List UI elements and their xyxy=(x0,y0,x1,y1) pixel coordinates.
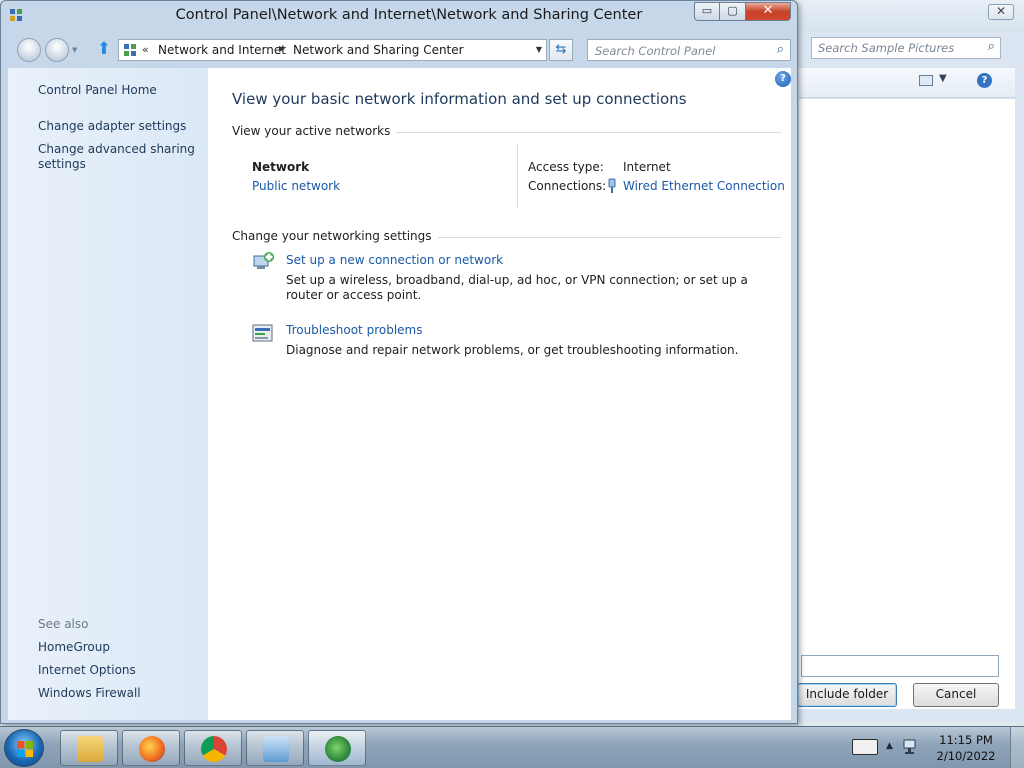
troubleshoot-icon xyxy=(252,324,273,342)
taskbar: ▲ 11:15 PM 2/10/2022 xyxy=(0,726,1024,768)
sidebar-item-change-advanced-sharing[interactable]: Change advanced sharing settings xyxy=(38,142,198,172)
sidebar-item-control-panel-home[interactable]: Control Panel Home xyxy=(38,83,157,97)
troubleshoot-description: Diagnose and repair network problems, or… xyxy=(286,343,739,357)
firefox-icon xyxy=(139,736,165,762)
main-content: ? View your basic network information an… xyxy=(208,68,791,720)
caption-buttons: ▭ ▢ ✕ xyxy=(694,2,791,21)
troubleshoot-problems-link[interactable]: Troubleshoot problems xyxy=(286,323,422,337)
network-sharing-icon xyxy=(325,736,351,762)
search-placeholder: Search Control Panel xyxy=(595,44,716,58)
connections-label: Connections: xyxy=(528,179,607,193)
show-hidden-icons-icon[interactable]: ▲ xyxy=(886,741,893,751)
refresh-button[interactable]: ⇆ xyxy=(549,39,573,61)
background-search-input[interactable]: Search Sample Pictures ⌕ xyxy=(811,37,1001,59)
network-name: Network xyxy=(252,160,310,174)
system-tray: ▲ 11:15 PM 2/10/2022 xyxy=(844,727,1024,768)
access-type-value: Internet xyxy=(623,160,671,174)
breadcrumb-overflow-icon[interactable]: « xyxy=(142,43,149,56)
background-toolbar: ▼ ? xyxy=(799,68,1015,98)
clock-date[interactable]: 2/10/2022 xyxy=(934,749,998,763)
ethernet-icon xyxy=(608,178,616,193)
background-content-area xyxy=(799,99,1015,709)
see-also-label: See also xyxy=(38,617,89,631)
up-arrow-icon[interactable]: ⬆ xyxy=(94,40,114,60)
windows-logo-icon xyxy=(17,741,33,757)
taskbar-firefox[interactable] xyxy=(122,730,180,766)
setup-connection-link[interactable]: Set up a new connection or network xyxy=(286,253,503,267)
page-title: View your basic network information and … xyxy=(232,90,687,108)
explorer-icon xyxy=(77,736,103,762)
taskbar-explorer[interactable] xyxy=(60,730,118,766)
setup-connection-description: Set up a wireless, broadband, dial-up, a… xyxy=(286,273,748,302)
keyboard-icon[interactable] xyxy=(852,739,878,755)
minimize-button[interactable]: ▭ xyxy=(694,2,720,21)
search-input[interactable]: Search Control Panel ⌕ xyxy=(587,39,791,61)
wired-ethernet-connection-link[interactable]: Wired Ethernet Connection xyxy=(623,179,785,193)
clock-time[interactable]: 11:15 PM xyxy=(934,733,998,747)
forward-button[interactable] xyxy=(45,38,69,62)
recent-pages-icon[interactable]: ▼ xyxy=(72,46,77,54)
control-panel-icon xyxy=(263,736,289,762)
breadcrumb-separator-icon[interactable]: ▶ xyxy=(279,44,285,53)
access-type-label: Access type: xyxy=(528,160,604,174)
sidebar-item-change-adapter-settings[interactable]: Change adapter settings xyxy=(38,119,186,133)
folder-name-field[interactable] xyxy=(801,655,999,677)
taskbar-network-sharing[interactable] xyxy=(308,730,366,766)
address-bar[interactable]: « Network and Internet ▶ Network and Sha… xyxy=(118,39,547,61)
maximize-button[interactable]: ▢ xyxy=(720,2,746,21)
active-networks-label: View your active networks xyxy=(232,124,397,138)
start-button[interactable] xyxy=(4,729,44,767)
taskbar-control-panel[interactable] xyxy=(246,730,304,766)
chevron-down-icon[interactable]: ▼ xyxy=(939,73,947,84)
search-icon[interactable]: ⌕ xyxy=(777,42,784,57)
titlebar[interactable]: Control Panel\Network and Internet\Netwo… xyxy=(1,1,797,33)
network-setup-icon xyxy=(253,252,274,269)
navigation-bar: ▼ ⬆ « Network and Internet ▶ Network and… xyxy=(1,33,797,67)
sidebar-item-windows-firewall[interactable]: Windows Firewall xyxy=(38,686,141,700)
sidebar-item-homegroup[interactable]: HomeGroup xyxy=(38,640,110,654)
chrome-icon xyxy=(201,736,227,762)
change-view-icon[interactable] xyxy=(919,75,933,86)
network-sharing-center-window: Control Panel\Network and Internet\Netwo… xyxy=(0,0,798,724)
window-title: Control Panel\Network and Internet\Netwo… xyxy=(175,7,643,23)
help-icon[interactable]: ? xyxy=(775,71,791,87)
close-button[interactable]: ✕ xyxy=(746,2,791,21)
breadcrumb-network-and-internet[interactable]: Network and Internet xyxy=(158,43,286,57)
background-close-button[interactable]: ✕ xyxy=(988,4,1014,20)
search-icon: ⌕ xyxy=(987,39,995,54)
network-tray-icon[interactable] xyxy=(902,738,920,756)
include-folder-button[interactable]: Include folder xyxy=(797,683,897,707)
address-dropdown-icon[interactable]: ▼ xyxy=(536,45,542,54)
show-desktop-button[interactable] xyxy=(1010,727,1024,768)
sidebar: Control Panel Home Change adapter settin… xyxy=(8,68,208,720)
cancel-button[interactable]: Cancel xyxy=(913,683,999,707)
back-button[interactable] xyxy=(17,38,41,62)
change-settings-label: Change your networking settings xyxy=(232,229,438,243)
background-search-placeholder: Search Sample Pictures xyxy=(818,41,955,55)
taskbar-chrome[interactable] xyxy=(184,730,242,766)
network-type-link[interactable]: Public network xyxy=(252,179,340,193)
network-folder-icon xyxy=(124,44,136,56)
breadcrumb-network-sharing-center[interactable]: Network and Sharing Center xyxy=(293,43,464,57)
background-window-titlebar: ✕ xyxy=(791,0,1024,32)
vertical-divider xyxy=(517,144,518,209)
background-window: ✕ Search Sample Pictures ⌕ ▼ ? Include f… xyxy=(790,0,1024,722)
help-icon[interactable]: ? xyxy=(977,73,992,88)
sidebar-item-internet-options[interactable]: Internet Options xyxy=(38,663,136,677)
